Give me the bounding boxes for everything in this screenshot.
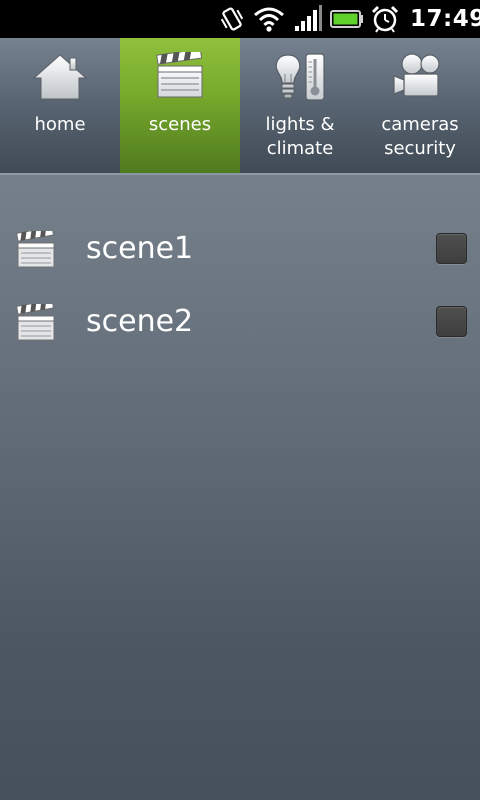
tab-scenes[interactable]: scenes (120, 38, 240, 173)
tab-home[interactable]: home (0, 38, 120, 173)
alarm-clock-icon (370, 4, 400, 38)
clapperboard-icon (16, 299, 56, 346)
scene-checkbox[interactable] (436, 306, 467, 337)
video-camera-icon (360, 52, 480, 112)
tab-scenes-label: scenes (148, 114, 212, 135)
tab-cameras-security-label: cameras security (381, 114, 459, 159)
vibrate-icon (217, 4, 247, 38)
bulb-thermometer-icon (240, 52, 360, 112)
home-icon (0, 52, 120, 112)
tab-bar: home scenes lights & climate cameras sec… (0, 38, 480, 175)
scene-label: scene2 (86, 304, 194, 339)
tab-lights-climate[interactable]: lights & climate (240, 38, 360, 173)
status-clock: 17:49 (410, 6, 480, 32)
signal-icon (293, 4, 323, 38)
clapperboard-icon (120, 52, 240, 112)
status-bar: 17:49 (0, 0, 480, 38)
tab-cameras-security[interactable]: cameras security (360, 38, 480, 173)
wifi-icon (252, 4, 286, 38)
tab-lights-climate-label: lights & climate (265, 114, 335, 159)
scene-list: scene1 scene2 (0, 175, 480, 800)
clapperboard-icon (16, 226, 56, 273)
scene-checkbox[interactable] (436, 233, 467, 264)
list-item[interactable]: scene2 (0, 286, 480, 360)
app-screen: 17:49 home scenes lights & climate camer… (0, 0, 480, 800)
battery-icon (330, 4, 364, 38)
list-item[interactable]: scene1 (0, 213, 480, 287)
tab-home-label: home (34, 114, 86, 135)
scene-label: scene1 (86, 231, 194, 266)
